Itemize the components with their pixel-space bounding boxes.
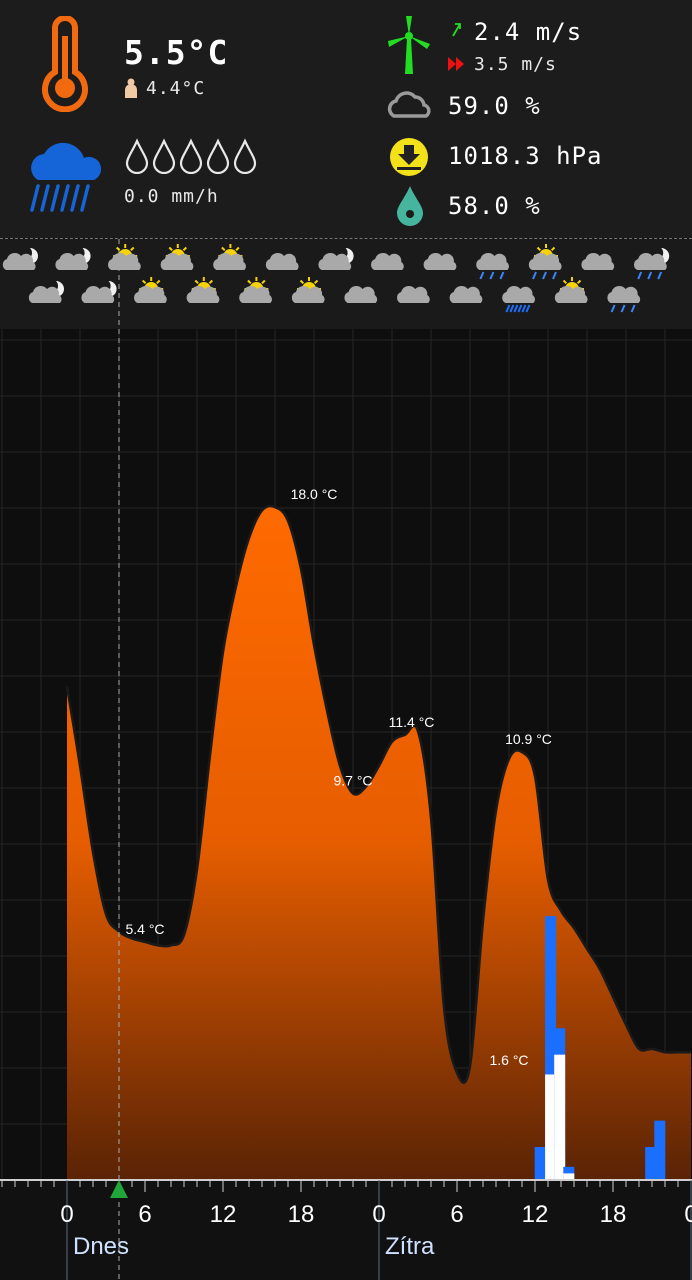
axis-background — [0, 1180, 692, 1280]
day-label: Dnes — [73, 1233, 129, 1260]
sun-cloud-icon — [186, 277, 220, 303]
cloud-icon — [581, 252, 615, 270]
current-conditions-panel: 5.5°C 4.4°C 0.0 mm/h 2.4 m/s 3.5 m/s 59.… — [0, 0, 692, 238]
thermometer-icon — [42, 16, 88, 112]
cloud-icon — [449, 285, 483, 303]
humidity-drop-icon — [397, 186, 423, 226]
sun-cloud-icon — [134, 277, 167, 303]
humidity-value: 58.0 % — [448, 192, 541, 220]
sun-cloud-icon — [108, 244, 141, 270]
cloud-cover-value: 59.0 % — [448, 92, 541, 120]
precipitation-value: 0.0 mm/h — [124, 186, 219, 207]
axis-tick-label: 6 — [138, 1201, 151, 1228]
rain-cloud-icon — [30, 142, 102, 212]
axis-tick-label: 18 — [600, 1201, 627, 1228]
rain-cloud-icon — [607, 285, 641, 313]
cloud-icon — [265, 252, 299, 270]
rain-cloud-icon — [476, 252, 509, 280]
cloud-icon — [344, 285, 378, 303]
wind-gust-icon — [448, 57, 464, 71]
temperature-label: 9.7 °C — [333, 772, 372, 788]
cloud-icon — [423, 252, 457, 270]
moon-cloud-icon — [55, 246, 91, 270]
current-temperature: 5.5°C — [124, 33, 229, 72]
sun-cloud-icon — [213, 244, 246, 270]
moon-cloud-icon — [318, 246, 354, 270]
moon-rain-cloud-icon — [634, 246, 670, 280]
cloud-icon — [371, 252, 404, 270]
temperature-label: 1.6 °C — [489, 1052, 528, 1068]
axis-tick-label: 12 — [522, 1201, 549, 1228]
person-icon — [125, 78, 137, 98]
heavy-rain-cloud-icon — [502, 285, 535, 313]
precipitation-bar — [654, 1120, 666, 1180]
axis-tick-label: 0 — [372, 1201, 385, 1228]
feels-like-temperature: 4.4°C — [146, 78, 206, 99]
sun-cloud-icon — [160, 244, 194, 270]
axis-tick-label: 0 — [684, 1201, 692, 1228]
forecast-icons — [2, 244, 670, 313]
pressure-gauge-icon — [390, 138, 428, 176]
axis-tick-label: 6 — [450, 1201, 463, 1228]
wind-direction-arrow-icon — [452, 23, 461, 37]
sun-cloud-icon — [554, 277, 588, 303]
wind-gust: 3.5 m/s — [474, 54, 557, 75]
moon-cloud-icon — [81, 279, 117, 303]
cloud-cover-icon — [387, 91, 431, 118]
wind-speed: 2.4 m/s — [474, 18, 583, 46]
axis-tick-label: 12 — [210, 1201, 237, 1228]
sun-cloud-icon — [239, 277, 272, 303]
temperature-precipitation-chart[interactable]: 5.4 °C18.0 °C9.7 °C11.4 °C1.6 °C10.9 °C … — [0, 239, 692, 1280]
cloud-icon — [397, 285, 430, 303]
time-axis: 0612180612180DnesZítraP — [0, 1179, 692, 1280]
sun-cloud-icon — [291, 277, 325, 303]
precipitation-intensity-drops-icon — [125, 138, 257, 174]
wind-turbine-icon — [388, 16, 430, 74]
sun-rain-cloud-icon — [528, 244, 562, 280]
axis-tick-label: 0 — [60, 1201, 73, 1228]
moon-cloud-icon — [28, 279, 64, 303]
temperature-label: 11.4 °C — [389, 714, 435, 730]
precipitation-bar — [534, 1147, 546, 1180]
temperature-label: 5.4 °C — [125, 921, 164, 937]
snow-bar — [554, 1054, 566, 1180]
axis-tick-label: 18 — [288, 1201, 315, 1228]
pressure-value: 1018.3 hPa — [448, 142, 603, 170]
moon-cloud-icon — [2, 246, 38, 270]
temperature-label: 18.0 °C — [291, 486, 338, 502]
temperature-label: 10.9 °C — [505, 731, 552, 747]
day-label: Zítra — [385, 1233, 435, 1260]
